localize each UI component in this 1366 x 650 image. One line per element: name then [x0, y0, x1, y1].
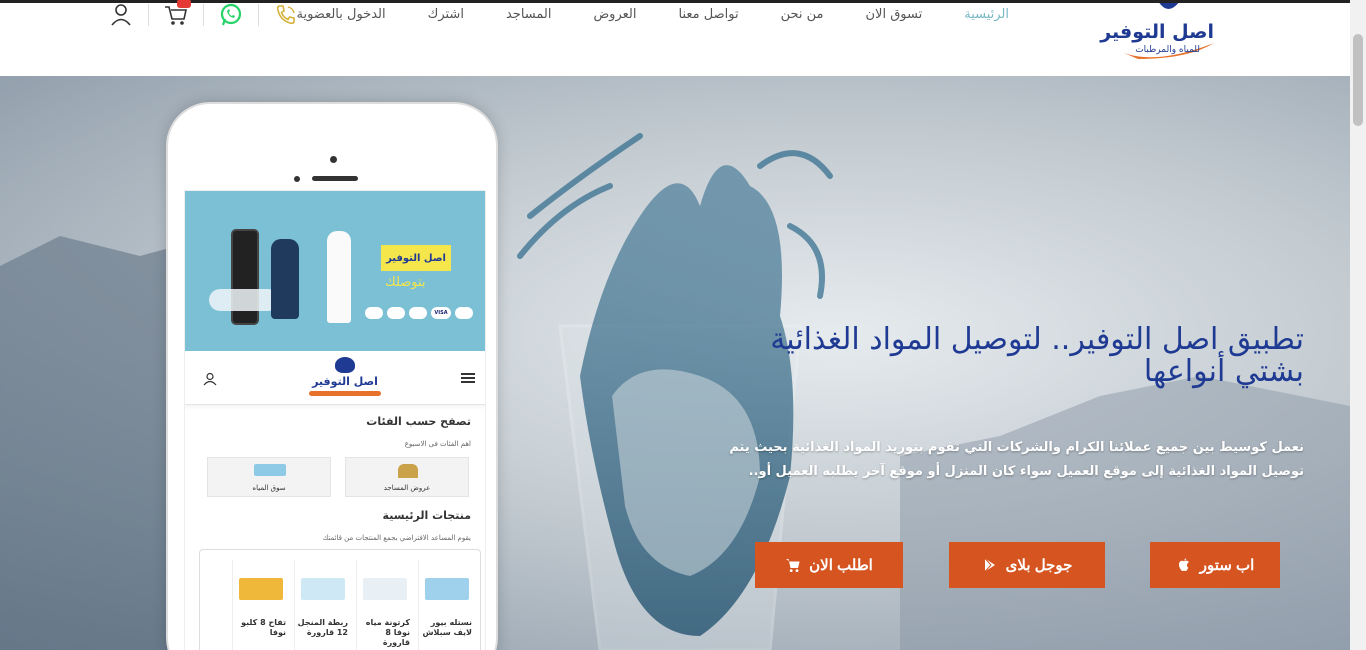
product-image — [239, 578, 283, 600]
order-now-label: اطلب الان — [809, 557, 873, 574]
app-menu-icon[interactable] — [461, 373, 475, 383]
main-nav: الرئيسية تسوق الان من نحن تواصل معنا الع… — [276, 3, 1031, 25]
app-logo-text: اصل التوفير — [312, 375, 378, 388]
app-logo-drop-icon — [335, 357, 355, 373]
site-logo[interactable]: اصل التوفير للمياه والمرطبات — [1100, 1, 1218, 65]
payment-logo-visa: VISA — [431, 307, 451, 319]
app-user-icon[interactable] — [203, 371, 217, 390]
phone-mockup: اصل التوفير بتوصلك VISA اصل التوفير تصفح… — [166, 102, 498, 650]
products-list: نستله بيور لايف سبلاش كرتونة مياه نوفا 8… — [199, 549, 481, 650]
banner-customer — [327, 231, 351, 323]
page-scrollbar[interactable] — [1350, 0, 1366, 650]
products-title: منتجات الرئيسية — [382, 509, 471, 522]
phone-screen: اصل التوفير بتوصلك VISA اصل التوفير تصفح… — [184, 190, 486, 650]
hero-title: تطبيق اصل التوفير.. لتوصيل المواد الغذائ… — [770, 322, 1304, 389]
product-image — [425, 578, 469, 600]
payment-logo — [455, 307, 473, 319]
header-divider — [203, 4, 204, 26]
category-water-market[interactable]: سوق المياه — [207, 457, 331, 497]
banner-tagline: بتوصلك — [385, 275, 426, 290]
phone-speaker — [312, 176, 358, 181]
app-store-label: اب ستور — [1199, 557, 1255, 574]
payment-logo — [409, 307, 427, 319]
product-card[interactable]: تفاح 8 كلبو نوفا — [232, 560, 290, 650]
category-label: سوق المياه — [252, 484, 286, 492]
nav-shop-now[interactable]: تسوق الان — [844, 7, 943, 22]
product-card[interactable]: كرتونة مياه نوفا 8 قارورة — [356, 560, 414, 650]
cart-badge — [177, 0, 191, 8]
logo-text: اصل التوفير — [1100, 21, 1214, 43]
category-label: عروض المساجد — [383, 484, 431, 492]
cart-icon — [786, 559, 800, 572]
app-banner: اصل التوفير بتوصلك VISA — [185, 191, 485, 351]
nav-home[interactable]: الرئيسية — [943, 7, 1030, 22]
phone-icon[interactable] — [269, 3, 303, 27]
scrollbar-thumb[interactable] — [1353, 34, 1363, 126]
app-logo: اصل التوفير — [305, 357, 385, 401]
payment-logos: VISA — [365, 307, 473, 319]
phone-camera — [330, 156, 337, 163]
product-name: كرتونة مياه نوفا 8 قارورة — [365, 618, 410, 647]
product-name: تفاح 8 كلبو نوفا — [241, 618, 286, 637]
header-icons — [104, 0, 303, 27]
product-image — [301, 578, 345, 600]
app-logo-swoosh — [309, 391, 381, 396]
whatsapp-icon[interactable] — [214, 3, 248, 27]
banner-clouds — [209, 289, 279, 311]
product-card[interactable]: ربطة المنجل 12 قارورة — [294, 560, 352, 650]
payment-logo — [365, 307, 383, 319]
app-bar: اصل التوفير — [185, 353, 485, 405]
categories-subtitle: اهم الفئات فى الاسبوع — [404, 440, 471, 448]
mosque-icon — [398, 464, 418, 478]
order-now-button[interactable]: اطلب الان — [755, 542, 903, 588]
nav-mosques[interactable]: المساجد — [485, 7, 573, 22]
banner-delivery-man — [271, 239, 299, 319]
phone-sensor — [294, 176, 300, 182]
categories-title: تصفح حسب الفئات — [366, 415, 471, 428]
water-bottles-icon — [254, 464, 286, 476]
payment-logo — [387, 307, 405, 319]
product-name: ربطة المنجل 12 قارورة — [297, 618, 348, 637]
google-play-button[interactable]: جوجل بلاى — [949, 542, 1105, 588]
product-card[interactable]: نستله بيور لايف سبلاش — [418, 560, 476, 650]
nav-about-us[interactable]: من نحن — [760, 7, 845, 22]
site-header: اصل التوفير للمياه والمرطبات الرئيسية تس… — [0, 0, 1350, 76]
nav-offers[interactable]: العروض — [572, 7, 657, 22]
nav-contact-us[interactable]: تواصل معنا — [657, 7, 759, 22]
google-play-label: جوجل بلاى — [1005, 557, 1073, 574]
header-divider — [258, 4, 259, 26]
nav-subscribe[interactable]: اشترك — [407, 7, 485, 22]
header-divider — [148, 4, 149, 26]
apple-icon — [1178, 558, 1189, 572]
cart-icon[interactable] — [159, 0, 193, 27]
category-mosque-offers[interactable]: عروض المساجد — [345, 457, 469, 497]
logo-subtext: للمياه والمرطبات — [1135, 45, 1200, 55]
app-store-button[interactable]: اب ستور — [1150, 542, 1280, 588]
hero-section: اصل التوفير بتوصلك VISA اصل التوفير تصفح… — [0, 76, 1350, 650]
products-subtitle: يقوم المساعد الافتراضي بجمع المنتجات من … — [322, 534, 471, 542]
google-play-icon — [984, 558, 995, 572]
user-icon[interactable] — [104, 3, 138, 27]
banner-brand-tag: اصل التوفير — [381, 245, 451, 271]
product-name: نستله بيور لايف سبلاش — [422, 618, 472, 637]
product-image — [363, 578, 407, 600]
hero-description: نعمل كوسيط بين جميع عملائنا الكرام والشر… — [729, 440, 1304, 479]
